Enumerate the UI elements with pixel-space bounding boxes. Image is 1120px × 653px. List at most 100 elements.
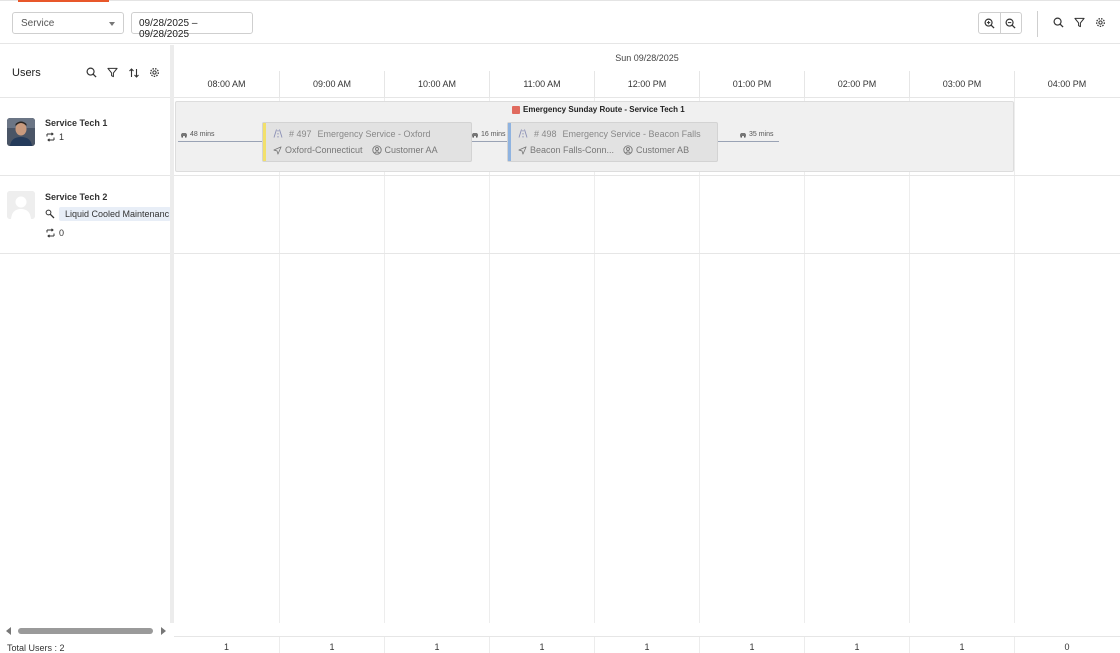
search-button[interactable] bbox=[1051, 15, 1065, 29]
grid-line bbox=[804, 98, 805, 623]
job-location: Oxford-Connecticut bbox=[285, 145, 363, 155]
hour-count: 1 bbox=[384, 637, 489, 653]
date-range-picker[interactable]: 09/28/2025 – 09/28/2025 bbox=[131, 12, 253, 40]
users-panel-header: Users bbox=[0, 45, 171, 98]
timeline-date: Sun 09/28/2025 bbox=[615, 53, 679, 63]
avatar bbox=[7, 118, 35, 146]
job-number: # 497 bbox=[289, 129, 312, 139]
row-divider bbox=[174, 175, 1120, 176]
job-customer: Customer AB bbox=[636, 145, 690, 155]
job-number: # 498 bbox=[534, 129, 557, 139]
job-card[interactable]: # 497 Emergency Service - Oxford Oxford-… bbox=[262, 122, 472, 162]
total-users-label: Total Users : 2 bbox=[7, 643, 65, 653]
settings-icon bbox=[1095, 17, 1105, 27]
hour-label: 02:00 PM bbox=[804, 71, 909, 97]
user-photo-icon bbox=[7, 118, 35, 146]
job-details: Oxford-Connecticut Customer AA bbox=[273, 145, 438, 155]
grid-line bbox=[699, 98, 700, 623]
job-location: Beacon Falls-Conn... bbox=[530, 145, 615, 155]
filter-icon bbox=[107, 67, 118, 78]
scrollbar-thumb[interactable] bbox=[18, 628, 153, 634]
users-filter-button[interactable] bbox=[106, 66, 119, 79]
hour-count: 1 bbox=[223, 642, 229, 652]
car-icon bbox=[740, 132, 746, 138]
hour-label: 10:00 AM bbox=[384, 71, 489, 97]
zoom-out-icon bbox=[1005, 18, 1017, 29]
travel-time: 35 mins bbox=[739, 131, 774, 138]
search-icon bbox=[86, 67, 97, 78]
hour-count: 1 bbox=[699, 637, 804, 653]
user-route-count-value: 1 bbox=[59, 132, 65, 142]
grid-line bbox=[1014, 98, 1015, 623]
grid-line bbox=[594, 98, 595, 623]
scroll-left-arrow-icon[interactable] bbox=[6, 627, 11, 635]
service-select-value: Service bbox=[21, 18, 55, 29]
user-row[interactable]: Service Tech 1 1 bbox=[0, 99, 171, 176]
grid-line bbox=[489, 98, 490, 623]
user-name: Service Tech 2 bbox=[45, 192, 108, 202]
travel-time-value: 35 mins bbox=[749, 131, 774, 138]
hour-label: 11:00 AM bbox=[489, 71, 594, 97]
search-icon bbox=[1053, 17, 1064, 28]
users-horizontal-scrollbar[interactable] bbox=[6, 626, 166, 636]
scroll-right-arrow-icon[interactable] bbox=[161, 627, 166, 635]
hour-label: 09:00 AM bbox=[279, 71, 384, 97]
travel-time: 48 mins bbox=[180, 131, 215, 138]
job-header: # 497 Emergency Service - Oxford bbox=[273, 129, 431, 139]
zoom-in-button[interactable] bbox=[979, 13, 1000, 33]
hour-count: 1 bbox=[594, 637, 699, 653]
user-skill: Liquid Cooled Maintenanc bbox=[45, 207, 171, 221]
job-details: Beacon Falls-Conn... Customer AB bbox=[518, 145, 689, 155]
user-route-count: 0 bbox=[45, 228, 64, 238]
travel-line bbox=[717, 141, 779, 142]
schedule-timeline: Sun 09/28/2025 08:00 AM 09:00 AM 10:00 A… bbox=[174, 45, 1120, 653]
route-title-text: Emergency Sunday Route - Service Tech 1 bbox=[523, 105, 685, 114]
user-route-count-value: 0 bbox=[59, 228, 65, 238]
zoom-out-button[interactable] bbox=[999, 13, 1021, 33]
hour-count: 1 bbox=[804, 637, 909, 653]
job-status-stripe bbox=[263, 123, 266, 161]
filter-button[interactable] bbox=[1072, 15, 1086, 29]
road-icon bbox=[273, 129, 283, 138]
job-name: Emergency Service - Oxford bbox=[317, 129, 431, 139]
users-panel: Users Service Tech 1 1 Service Tech 2 Li… bbox=[0, 45, 171, 653]
zoom-in-icon bbox=[984, 18, 995, 29]
timeline-grid bbox=[174, 98, 1120, 623]
users-sort-button[interactable] bbox=[127, 66, 140, 79]
travel-time-value: 48 mins bbox=[190, 131, 215, 138]
date-range-value: 09/28/2025 – 09/28/2025 bbox=[139, 18, 198, 40]
row-divider bbox=[174, 253, 1120, 254]
toolbar-divider bbox=[1037, 11, 1038, 37]
top-border bbox=[0, 0, 1120, 1]
avatar bbox=[7, 191, 35, 219]
timeline-count-footer: 1 1 1 1 1 1 1 1 0 bbox=[174, 636, 1120, 653]
sort-icon bbox=[128, 67, 139, 78]
hour-count: 0 bbox=[1014, 637, 1119, 653]
car-icon bbox=[181, 132, 187, 138]
road-icon bbox=[518, 129, 528, 138]
route-title[interactable]: Emergency Sunday Route - Service Tech 1 bbox=[512, 105, 685, 114]
hour-label: 03:00 PM bbox=[909, 71, 1014, 97]
route-color-swatch bbox=[512, 105, 520, 114]
job-card[interactable]: # 498 Emergency Service - Beacon Falls B… bbox=[507, 122, 718, 162]
customer-icon bbox=[371, 145, 382, 155]
users-settings-button[interactable] bbox=[148, 66, 161, 79]
travel-time: 16 mins bbox=[471, 131, 506, 138]
service-select[interactable]: Service bbox=[12, 12, 124, 34]
users-search-button[interactable] bbox=[85, 66, 98, 79]
travel-line bbox=[178, 141, 262, 142]
skill-tag: Liquid Cooled Maintenanc bbox=[59, 207, 171, 221]
job-header: # 498 Emergency Service - Beacon Falls bbox=[518, 129, 701, 139]
user-row[interactable]: Service Tech 2 Liquid Cooled Maintenanc … bbox=[0, 176, 171, 254]
grid-line bbox=[384, 98, 385, 623]
zoom-controls bbox=[978, 12, 1022, 34]
hour-count: 1 bbox=[909, 637, 1014, 653]
job-customer: Customer AA bbox=[384, 145, 438, 155]
hour-label: 12:00 PM bbox=[594, 71, 699, 97]
default-avatar-icon bbox=[7, 191, 35, 219]
settings-icon bbox=[150, 68, 159, 77]
chevron-down-icon bbox=[109, 22, 115, 26]
user-name: Service Tech 1 bbox=[45, 118, 108, 128]
filter-icon bbox=[1073, 17, 1085, 27]
settings-button[interactable] bbox=[1093, 15, 1107, 29]
